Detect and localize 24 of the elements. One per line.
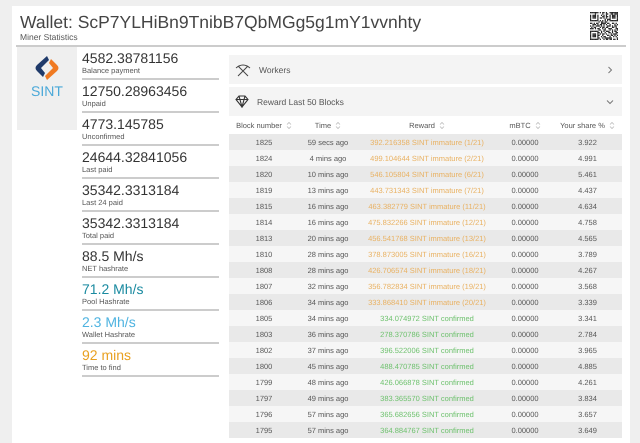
coin-name: SINT (31, 83, 63, 99)
wallet-title: Wallet: ScP7YLHiBn9TnibB7QbMGg5g1mY1vvnhty (20, 12, 422, 32)
stat-value: 35342.3313184 (82, 182, 180, 198)
page-subtitle: Miner Statistics (20, 32, 79, 42)
diamond-icon (235, 95, 249, 108)
stat-value: 24644.32841056 (82, 149, 188, 165)
sort-icon (534, 120, 541, 130)
sort-icon (286, 120, 292, 130)
stat-value: 4582.38781156 (82, 50, 180, 66)
sort-icon (335, 120, 342, 130)
coin-logo-icon (33, 55, 61, 81)
panel-header[interactable]: Workers (229, 55, 622, 84)
pickaxe-icon (235, 62, 251, 76)
stat-value: 35342.3313184 (82, 215, 180, 231)
stat-value: 71.2 Mh/s (82, 281, 144, 297)
stat-value: 2.3 Mh/s (82, 314, 137, 330)
stat-value: 88.5 Mh/s (82, 248, 144, 264)
panel-header[interactable]: Reward Last 50 Blocks (229, 87, 622, 116)
sort-icon (438, 120, 445, 130)
stat-value: 12750.28963456 (82, 83, 188, 99)
stat-value: 4773.145785 (82, 116, 165, 132)
qr-code (590, 12, 618, 40)
stat-value: 92 mins (82, 347, 132, 363)
sort-icon (608, 120, 615, 130)
